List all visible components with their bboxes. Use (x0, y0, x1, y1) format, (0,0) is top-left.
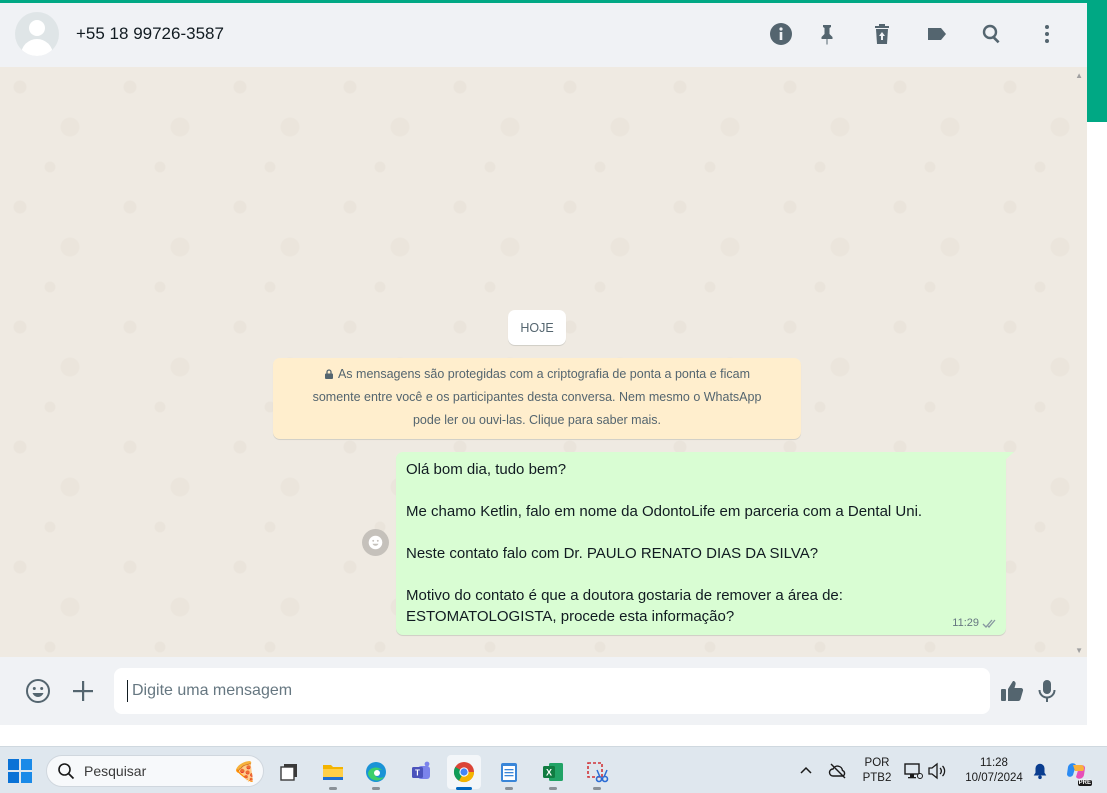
svg-text:T: T (415, 769, 420, 778)
smiley-icon (368, 535, 383, 550)
window-bottom-gap (0, 725, 1087, 746)
avatar-head (29, 20, 45, 36)
volume-icon[interactable] (927, 761, 947, 781)
message-line (406, 522, 996, 543)
lock-icon (324, 369, 333, 379)
label-icon[interactable] (924, 21, 950, 47)
show-hidden-icons-chevron-icon[interactable] (796, 761, 816, 781)
search-icon[interactable] (979, 21, 1005, 47)
scrollbar-thumb[interactable] (1087, 0, 1107, 122)
thumbs-up-icon[interactable] (997, 676, 1027, 706)
encryption-notice-line-1: As mensagens são protegidas com a cripto… (273, 363, 801, 386)
running-indicator (549, 787, 557, 790)
message-line (406, 564, 996, 585)
running-indicator (505, 787, 513, 790)
contact-name[interactable]: +55 18 99726-3587 (76, 24, 224, 44)
notifications-bell-icon[interactable] (1030, 761, 1050, 781)
svg-text:X: X (546, 768, 552, 778)
double-check-icon (982, 619, 996, 628)
windows-taskbar: Pesquisar 🍕 T X POR PTB2 11:28 10/07/202… (0, 746, 1107, 793)
message-line: ESTOMATOLOGISTA, procede esta informação… (406, 608, 735, 625)
day-separator: HOJE (508, 310, 566, 345)
composer-bar (0, 657, 1087, 725)
notepad-icon[interactable] (492, 755, 526, 790)
task-view-icon[interactable] (272, 755, 306, 789)
message-meta: 11:29 (952, 617, 998, 629)
copilot-icon[interactable]: PRE (1064, 759, 1092, 786)
clock-time: 11:28 (980, 757, 1008, 769)
scroll-up-arrow-icon[interactable]: ▲ (1075, 71, 1083, 80)
message-line: Me chamo Ketlin, falo em nome da OdontoL… (406, 503, 923, 520)
onedrive-offline-icon[interactable] (828, 761, 848, 781)
excel-icon[interactable]: X (536, 755, 570, 790)
clock-date: 10/07/2024 (965, 772, 1023, 784)
scrollbar-track[interactable] (1087, 122, 1107, 746)
search-highlight-pizza-icon: 🍕 (233, 762, 257, 783)
pin-icon[interactable] (814, 21, 840, 47)
language-code: POR (864, 757, 890, 769)
message-line: Motivo do contato é que a doutora gostar… (406, 587, 843, 604)
message-line: Neste contato falo com Dr. PAULO RENATO … (406, 545, 819, 562)
running-indicator (372, 787, 380, 790)
search-label: Pesquisar (84, 763, 147, 779)
keyboard-layout: PTB2 (862, 772, 892, 784)
message-time: 11:29 (952, 617, 979, 629)
attach-plus-icon[interactable] (68, 676, 98, 706)
teams-icon[interactable]: T (404, 755, 438, 789)
scroll-down-arrow-icon[interactable]: ▼ (1075, 646, 1083, 655)
microphone-icon[interactable] (1032, 676, 1062, 706)
encryption-notice-line-2: somente entre você e os participantes de… (312, 390, 762, 404)
running-indicator (329, 787, 337, 790)
chat-area[interactable]: ▲ ▼ HOJE As mensagens são protegidas com… (0, 67, 1087, 657)
message-line: Olá bom dia, tudo bem? (406, 461, 567, 478)
active-indicator (456, 787, 472, 790)
menu-kebab-icon[interactable] (1034, 21, 1060, 47)
delete-icon[interactable] (869, 21, 895, 47)
network-icon[interactable] (903, 761, 923, 781)
message-line (406, 480, 996, 501)
encryption-text-1: As mensagens são protegidas com a cripto… (337, 367, 751, 381)
search-magnifier-icon (58, 763, 75, 780)
message-input[interactable] (114, 668, 990, 714)
outgoing-message[interactable]: Olá bom dia, tudo bem? Me chamo Ketlin, … (396, 452, 1006, 635)
avatar-body (21, 39, 53, 56)
taskbar-search-box[interactable]: Pesquisar 🍕 (46, 755, 264, 787)
chat-header: +55 18 99726-3587 (0, 3, 1087, 67)
preview-badge: PRE (1077, 780, 1092, 786)
edge-browser-icon[interactable] (359, 755, 393, 790)
message-tail (1004, 452, 1014, 461)
snipping-tool-icon[interactable] (580, 755, 614, 790)
encryption-notice-line-3: pode ler ou ouvi-las. Clique para saber … (412, 413, 662, 427)
chrome-browser-icon[interactable] (447, 755, 481, 790)
file-explorer-icon[interactable] (316, 755, 350, 790)
text-caret (127, 680, 128, 702)
contact-avatar[interactable] (15, 12, 59, 56)
keyboard-language-indicator[interactable]: POR PTB2 (860, 756, 894, 786)
info-icon[interactable] (768, 21, 794, 47)
running-indicator (593, 787, 601, 790)
encryption-notice[interactable]: As mensagens são protegidas com a cripto… (273, 358, 801, 439)
clock[interactable]: 11:28 10/07/2024 (958, 756, 1030, 786)
windows-start-icon[interactable] (8, 759, 32, 783)
emoji-icon[interactable] (23, 676, 53, 706)
react-emoji-button[interactable] (362, 529, 389, 556)
